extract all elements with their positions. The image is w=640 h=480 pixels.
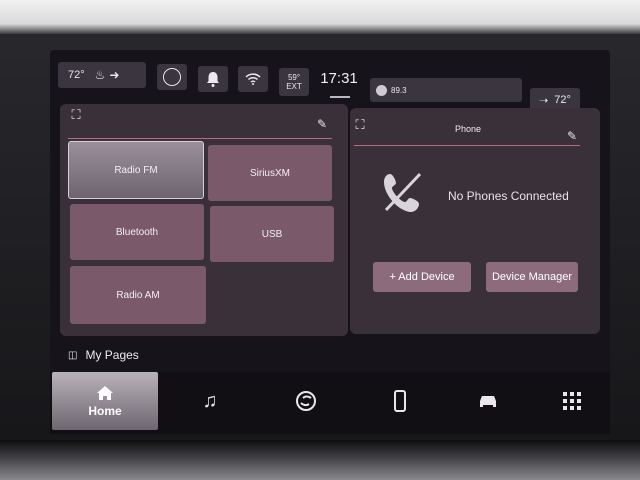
nav-vehicle[interactable]	[460, 372, 516, 430]
sync-icon	[296, 391, 316, 411]
left-temp: 72°	[68, 69, 85, 81]
seat-icon: ➜	[109, 68, 120, 82]
phone-status-text: No Phones Connected	[448, 189, 569, 203]
source-label: USB	[261, 228, 283, 240]
source-label: Radio AM	[116, 289, 160, 301]
profile-icon	[163, 68, 181, 86]
phone-panel-title: Phone	[454, 124, 482, 134]
notifications-chip[interactable]	[198, 66, 228, 92]
now-playing-chip[interactable]: 89.3	[370, 78, 522, 102]
bell-icon	[207, 72, 219, 87]
clock-underline	[330, 96, 350, 98]
source-label: Bluetooth	[115, 226, 159, 238]
wifi-icon	[245, 73, 261, 85]
ext-temp-chip: 59° EXT	[279, 68, 309, 96]
source-label: Radio FM	[114, 164, 158, 176]
music-note-icon: ♫	[202, 389, 218, 412]
clock: 17:31	[320, 70, 358, 87]
driver-profile-chip[interactable]	[157, 64, 187, 90]
expand-icon[interactable]: ⛶	[66, 106, 86, 124]
edit-pencil-icon[interactable]: ✎	[564, 128, 580, 144]
source-radio-fm[interactable]: Radio FM	[68, 141, 204, 199]
my-pages-link[interactable]: ◫ My Pages	[68, 346, 139, 364]
bezel-top	[0, 0, 640, 34]
wifi-chip[interactable]	[238, 66, 268, 92]
source-siriusxm[interactable]: SiriusXM	[208, 145, 332, 201]
nav-media[interactable]: ♫	[182, 372, 238, 430]
car-icon	[480, 396, 496, 407]
expand-icon[interactable]: ⛶	[350, 116, 370, 134]
nav-apps[interactable]	[546, 372, 598, 430]
ext-temp: 59°	[287, 73, 301, 82]
phone-panel-divider	[354, 145, 580, 146]
ext-label: EXT	[286, 82, 302, 91]
home-icon	[97, 385, 113, 400]
phone-panel	[350, 108, 600, 334]
heated-seat-icon: ♨	[94, 68, 106, 82]
phone-disconnected-icon	[384, 172, 422, 212]
add-device-button[interactable]: + Add Device	[373, 262, 471, 292]
radio-icon	[376, 84, 387, 96]
home-label: Home	[88, 403, 122, 418]
source-usb[interactable]: USB	[210, 206, 334, 262]
nav-projection[interactable]	[278, 372, 334, 430]
device-manager-label: Device Manager	[491, 271, 573, 283]
media-panel-divider	[68, 138, 332, 139]
my-pages-label: My Pages	[85, 348, 139, 362]
bezel-bottom	[0, 440, 640, 480]
add-device-label: + Add Device	[389, 271, 455, 283]
station-label: 89.3	[391, 85, 407, 95]
nav-home[interactable]: Home	[52, 372, 158, 430]
device-manager-button[interactable]: Device Manager	[486, 262, 578, 292]
phone-icon	[394, 390, 406, 412]
source-label: SiriusXM	[249, 167, 290, 179]
right-temp: 72°	[554, 94, 571, 106]
nav-phone[interactable]	[372, 372, 428, 430]
pages-icon: ◫	[68, 349, 78, 361]
apps-grid-icon	[563, 392, 581, 410]
source-bluetooth[interactable]: Bluetooth	[70, 204, 204, 260]
climate-temp-left-chip[interactable]: 72° ♨ ➜	[58, 62, 146, 88]
seat-right-icon: ➝	[539, 94, 549, 107]
edit-pencil-icon[interactable]: ✎	[314, 116, 330, 132]
source-radio-am[interactable]: Radio AM	[70, 266, 206, 324]
